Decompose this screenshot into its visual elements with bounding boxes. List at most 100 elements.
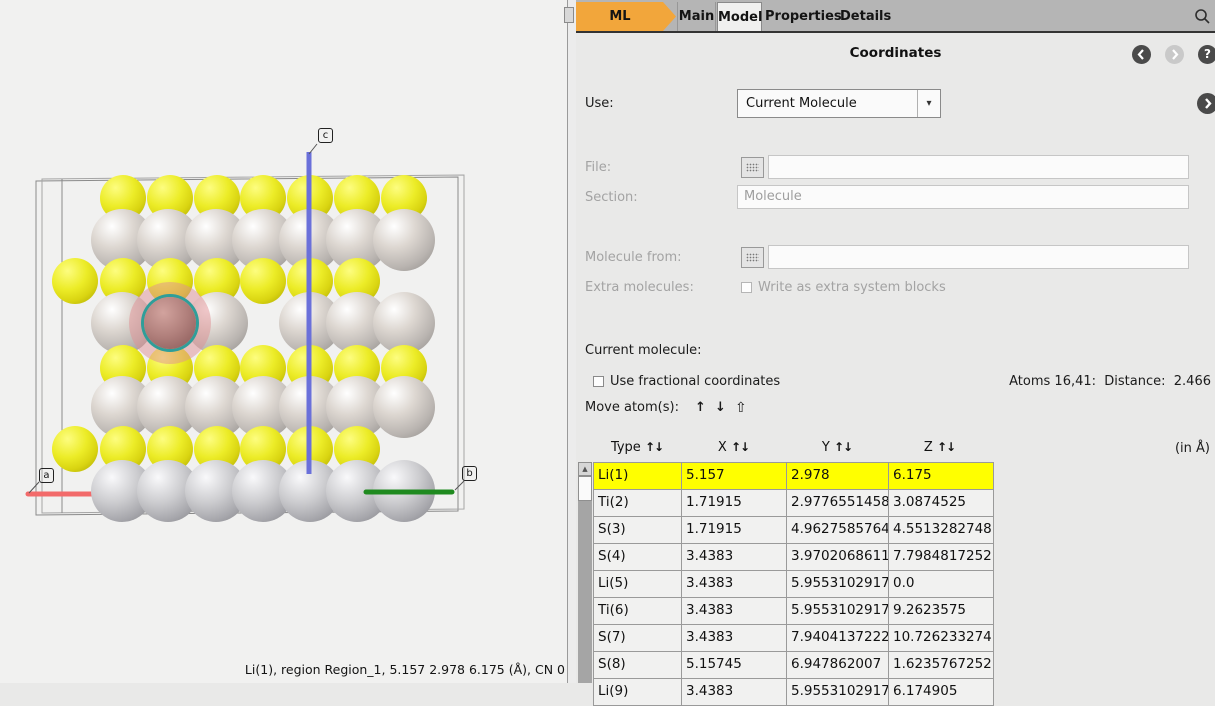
move-down-icon[interactable]: ↓ — [715, 400, 728, 415]
column-header-y[interactable]: Y ↑↓ — [786, 440, 888, 461]
cell-type[interactable]: S(3) — [594, 517, 682, 543]
table-scrollbar[interactable]: ▲ — [578, 462, 592, 683]
cell-y[interactable]: 5.9553102917 — [787, 571, 889, 597]
cell-y[interactable]: 7.9404137222 — [787, 625, 889, 651]
file-label: File: — [585, 160, 611, 175]
cell-x[interactable]: 5.157 — [682, 463, 787, 489]
cell-y[interactable]: 2.978 — [787, 463, 889, 489]
cell-z[interactable]: 0.0 — [889, 571, 992, 597]
cell-x[interactable]: 3.4383 — [682, 571, 787, 597]
cell-z[interactable]: 7.7984817252 — [889, 544, 992, 570]
help-icon: ? — [1198, 45, 1215, 64]
cell-type[interactable]: S(7) — [594, 625, 682, 651]
table-row[interactable]: Ti(6)3.43835.95531029179.2623575 — [594, 598, 993, 625]
extra-system-blocks-checkbox[interactable] — [741, 282, 752, 293]
cell-y[interactable]: 3.9702068611 — [787, 544, 889, 570]
cell-type[interactable]: Li(1) — [594, 463, 682, 489]
fractional-coordinates-label: Use fractional coordinates — [610, 374, 780, 389]
cell-y[interactable]: 2.9776551458 — [787, 490, 889, 516]
cell-z[interactable]: 3.0874525 — [889, 490, 992, 516]
next-panel-button[interactable] — [1197, 93, 1215, 114]
table-row[interactable]: S(8)5.157456.9478620071.6235767252 — [594, 652, 993, 679]
tab-properties[interactable]: Properties — [765, 2, 837, 31]
cell-y[interactable]: 4.9627585764 — [787, 517, 889, 543]
cell-x[interactable]: 3.4383 — [682, 544, 787, 570]
forward-button[interactable] — [1165, 45, 1184, 64]
tab-details[interactable]: Details — [840, 2, 890, 31]
chevron-down-icon: ▾ — [917, 90, 940, 117]
column-header-type[interactable]: Type ↑↓ — [593, 440, 681, 461]
molecule-from-field[interactable] — [768, 245, 1189, 269]
tab-model[interactable]: Model — [717, 2, 762, 31]
atom-metal[interactable] — [373, 209, 435, 271]
tab-ml-potential[interactable]: ML Potential — [576, 2, 676, 31]
scroll-up-icon[interactable]: ▲ — [578, 462, 592, 476]
table-row[interactable]: S(4)3.43833.97020686117.7984817252 — [594, 544, 993, 571]
atom-layer — [0, 0, 567, 683]
sort-icons: ↑↓ — [834, 440, 852, 454]
file-field[interactable] — [768, 155, 1189, 179]
back-button[interactable] — [1132, 45, 1151, 64]
move-up-outline-icon[interactable]: ⇧ — [735, 400, 747, 416]
atom-selected[interactable] — [144, 297, 196, 349]
cell-type[interactable]: Ti(6) — [594, 598, 682, 624]
table-row[interactable]: Li(9)3.43835.95531029176.174905 — [594, 679, 993, 706]
atom-metal[interactable] — [373, 376, 435, 438]
cell-y[interactable]: 5.9553102917 — [787, 598, 889, 624]
extra-molecules-label: Extra molecules: — [585, 280, 694, 295]
column-header-x[interactable]: X ↑↓ — [681, 440, 786, 461]
section-field[interactable]: Molecule — [737, 185, 1189, 209]
sort-icons: ↑↓ — [731, 440, 749, 454]
atom-metal-bottom[interactable] — [373, 460, 435, 522]
sort-icons: ↑↓ — [645, 440, 663, 454]
use-label: Use: — [585, 96, 614, 111]
browse-icon — [746, 163, 759, 172]
cell-x[interactable]: 1.71915 — [682, 517, 787, 543]
table-row[interactable]: S(7)3.43837.940413722210.726233274 — [594, 625, 993, 652]
cell-type[interactable]: Ti(2) — [594, 490, 682, 516]
file-browse-button[interactable] — [741, 157, 764, 178]
search-icon[interactable] — [1194, 8, 1211, 25]
atom-sulfur[interactable] — [240, 258, 286, 304]
use-select[interactable]: Current Molecule ▾ — [737, 89, 941, 118]
coordinates-panel: ML Potential Main Model Properties Detai… — [576, 0, 1215, 683]
table-row[interactable]: S(3)1.719154.96275857644.5513282748 — [594, 517, 993, 544]
atom-sulfur[interactable] — [52, 258, 98, 304]
table-row[interactable]: Ti(2)1.719152.97765514583.0874525 — [594, 490, 993, 517]
move-up-icon[interactable]: ↑ — [695, 400, 708, 415]
coordinates-table: Li(1)5.1572.9786.175Ti(2)1.719152.977655… — [593, 462, 994, 706]
scrollbar-thumb[interactable] — [578, 476, 592, 501]
use-select-value: Current Molecule — [746, 90, 857, 117]
axis-label-b: b — [462, 466, 477, 481]
cell-type[interactable]: S(4) — [594, 544, 682, 570]
cell-type[interactable]: S(8) — [594, 652, 682, 678]
table-row[interactable]: Li(1)5.1572.9786.175 — [594, 463, 993, 490]
molecule-from-browse-button[interactable] — [741, 247, 764, 268]
current-molecule-label: Current molecule: — [585, 343, 702, 358]
cell-z[interactable]: 4.5513282748 — [889, 517, 992, 543]
cell-x[interactable]: 5.15745 — [682, 652, 787, 678]
fractional-coordinates-checkbox[interactable] — [593, 376, 604, 387]
atom-sulfur[interactable] — [52, 426, 98, 472]
cell-z[interactable]: 6.175 — [889, 463, 992, 489]
cell-x[interactable]: 3.4383 — [682, 598, 787, 624]
cell-x[interactable]: 3.4383 — [682, 625, 787, 651]
cell-type[interactable]: Li(5) — [594, 571, 682, 597]
axis-label-c: c — [318, 128, 333, 143]
help-button[interactable]: ? — [1198, 45, 1215, 64]
unit-label: (in Å) — [1175, 441, 1210, 456]
table-header: Type ↑↓ X ↑↓ Y ↑↓ Z ↑↓ — [593, 440, 991, 461]
status-text: Li(1), region Region_1, 5.157 2.978 6.17… — [5, 662, 565, 677]
molecule-viewer[interactable]: c a b Li(1), region Region_1, 5.157 2.97… — [0, 0, 567, 683]
cell-z[interactable]: 1.6235767252 — [889, 652, 992, 678]
column-header-z[interactable]: Z ↑↓ — [888, 440, 991, 461]
cell-z[interactable]: 9.2623575 — [889, 598, 992, 624]
tab-main[interactable]: Main — [677, 2, 716, 31]
table-row[interactable]: Li(5)3.43835.95531029170.0 — [594, 571, 993, 598]
tab-bar: ML Potential Main Model Properties Detai… — [576, 0, 1215, 33]
cell-x[interactable]: 1.71915 — [682, 490, 787, 516]
axis-label-a: a — [39, 468, 54, 483]
molecule-from-label: Molecule from: — [585, 250, 682, 265]
cell-z[interactable]: 10.726233274 — [889, 625, 992, 651]
cell-y[interactable]: 6.947862007 — [787, 652, 889, 678]
